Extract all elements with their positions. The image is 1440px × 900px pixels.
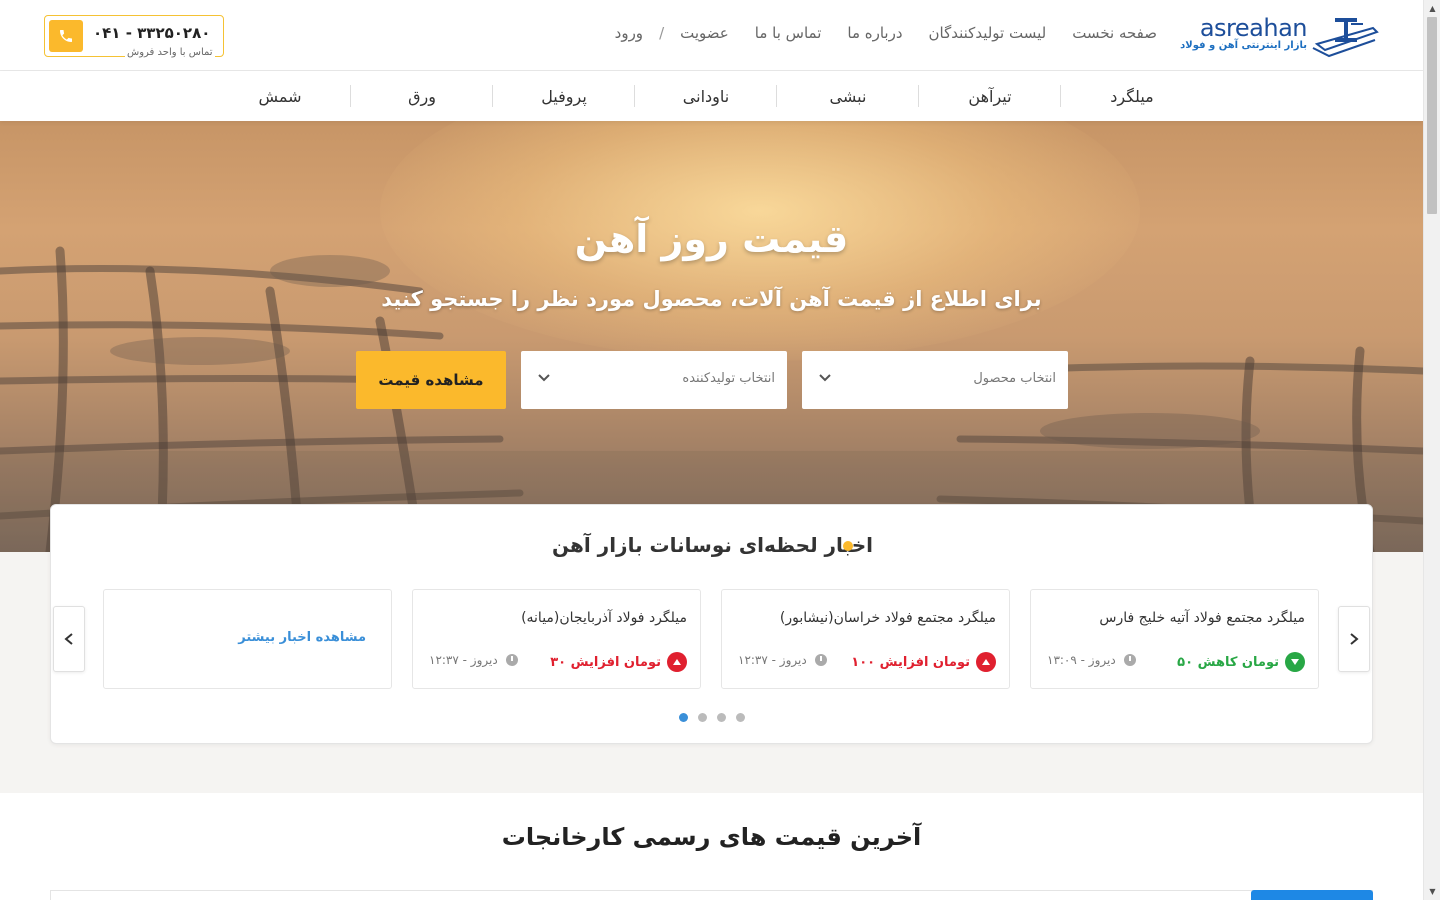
- phone-caption: تماس با واحد فروش: [125, 47, 215, 58]
- product-select[interactable]: انتخاب محصول: [802, 351, 1068, 409]
- hero-subtitle: برای اطلاع از قیمت آهن آلات، محصول مورد …: [381, 287, 1042, 311]
- news-prev-button[interactable]: [53, 606, 85, 672]
- nav-producers[interactable]: لیست تولیدکنندگان: [929, 24, 1047, 42]
- news-item-change: ۱۰۰ تومان افزایش: [851, 652, 996, 672]
- chevron-right-icon: [1350, 633, 1359, 645]
- news-item[interactable]: میلگرد مجتمع فولاد آتیه خلیج فارس ۵۰ توم…: [1030, 589, 1319, 689]
- news-title-dot: [843, 541, 853, 551]
- news-item-change-text: ۳۰ تومان افزایش: [550, 654, 661, 670]
- scroll-down-arrow-icon[interactable]: ▼: [1424, 883, 1440, 900]
- market-news-card: اخبار لحظه‌ای نوسانات بازار آهن میلگرد م…: [50, 504, 1373, 744]
- news-item-title: میلگرد مجتمع فولاد آتیه خلیج فارس: [1099, 610, 1305, 626]
- news-item-change-text: ۱۰۰ تومان افزایش: [851, 654, 970, 670]
- increase-icon: [976, 652, 996, 672]
- phone-number[interactable]: ۰۴۱ - ۳۳۲۵۰۲۸۰: [93, 24, 210, 42]
- decrease-icon: [1285, 652, 1305, 672]
- news-item-change: ۳۰ تومان افزایش: [550, 652, 687, 672]
- producer-select[interactable]: انتخاب تولیدکننده: [521, 351, 787, 409]
- logo-ship-icon: [1312, 18, 1379, 58]
- hero-title: قیمت روز آهن: [574, 217, 849, 261]
- news-item-title: میلگرد مجتمع فولاد خراسان(نیشابور): [779, 610, 996, 626]
- carousel-dot[interactable]: [679, 713, 688, 722]
- nav-separator: /: [659, 24, 665, 42]
- scrollbar-thumb[interactable]: [1427, 17, 1437, 214]
- category-sheet[interactable]: ورق: [357, 71, 487, 121]
- factory-prices-section: آخرین قیمت های رسمی کارخانجات: [0, 793, 1423, 900]
- news-item-time: ۱۲:۳۷ - دیروز: [429, 653, 518, 667]
- factory-prices-title: آخرین قیمت های رسمی کارخانجات: [501, 823, 922, 851]
- top-navigation: صفحه نخست لیست تولیدکنندگان درباره ما تم…: [615, 24, 1157, 42]
- category-rebar[interactable]: میلگرد: [1067, 71, 1197, 121]
- chevron-down-icon: [538, 374, 550, 382]
- category-billet[interactable]: شمش: [215, 71, 345, 121]
- page-scrollbar[interactable]: ▲ ▼: [1423, 0, 1440, 900]
- news-item-time: ۱۳:۰۹ - دیروز: [1047, 653, 1136, 667]
- category-divider: [634, 85, 635, 107]
- sales-phone-box[interactable]: ۰۴۱ - ۳۳۲۵۰۲۸۰ تماس با واحد فروش: [44, 15, 224, 58]
- chevron-left-icon: [64, 633, 73, 645]
- scroll-up-arrow-icon[interactable]: ▲: [1424, 0, 1440, 17]
- page: asreahan بازار اینترنتی آهن و فولاد صفحه…: [0, 0, 1423, 900]
- chevron-down-icon: [819, 374, 831, 382]
- category-ibeam[interactable]: تیرآهن: [925, 71, 1055, 121]
- product-select-placeholder: انتخاب محصول: [973, 371, 1056, 386]
- nav-home[interactable]: صفحه نخست: [1072, 24, 1157, 42]
- nav-login[interactable]: ورود: [615, 24, 643, 42]
- news-item-time-text: ۱۲:۳۷ - دیروز: [429, 653, 498, 667]
- news-item[interactable]: میلگرد مجتمع فولاد خراسان(نیشابور) ۱۰۰ ت…: [721, 589, 1010, 689]
- site-logo[interactable]: asreahan بازار اینترنتی آهن و فولاد: [1180, 12, 1379, 58]
- factory-prices-table: [50, 890, 1373, 900]
- category-profile[interactable]: پروفیل: [499, 71, 629, 121]
- clock-icon: [814, 654, 827, 666]
- factory-prices-tab[interactable]: [1251, 890, 1373, 900]
- news-next-button[interactable]: [1338, 606, 1370, 672]
- increase-icon: [667, 652, 687, 672]
- category-divider: [350, 85, 351, 107]
- hero-banner: قیمت روز آهن برای اطلاع از قیمت آهن آلات…: [0, 121, 1423, 552]
- hero-rebar-image: [0, 246, 1423, 552]
- news-title: اخبار لحظه‌ای نوسانات بازار آهن: [552, 533, 873, 557]
- clock-icon: [505, 654, 518, 666]
- category-channel[interactable]: ناودانی: [641, 71, 771, 121]
- logo-brand: asreahan: [1199, 14, 1308, 42]
- category-navigation: میلگرد تیرآهن نبشی ناودانی پروفیل ورق شم…: [0, 71, 1423, 121]
- clock-icon: [1123, 654, 1136, 666]
- category-divider: [1060, 85, 1061, 107]
- view-price-button[interactable]: مشاهده قیمت: [356, 351, 506, 409]
- category-divider: [492, 85, 493, 107]
- category-divider: [776, 85, 777, 107]
- logo-subtitle: بازار اینترنتی آهن و فولاد: [1180, 40, 1307, 51]
- nav-register[interactable]: عضویت: [680, 24, 729, 42]
- news-more-item: مشاهده اخبار بیشتر: [103, 589, 392, 689]
- news-item-time: ۱۲:۳۷ - دیروز: [738, 653, 827, 667]
- phone-icon[interactable]: [49, 20, 83, 52]
- nav-about[interactable]: درباره ما: [847, 24, 902, 42]
- more-news-link[interactable]: مشاهده اخبار بیشتر: [238, 630, 366, 645]
- carousel-dot[interactable]: [717, 713, 726, 722]
- producer-select-placeholder: انتخاب تولیدکننده: [682, 371, 775, 386]
- carousel-dot[interactable]: [736, 713, 745, 722]
- category-divider: [918, 85, 919, 107]
- news-item-time-text: ۱۳:۰۹ - دیروز: [1047, 653, 1116, 667]
- news-item-time-text: ۱۲:۳۷ - دیروز: [738, 653, 807, 667]
- carousel-dots: [679, 713, 745, 722]
- nav-contact[interactable]: تماس با ما: [755, 24, 822, 42]
- news-item-change-text: ۵۰ تومان کاهش: [1177, 654, 1279, 670]
- news-item-title: میلگرد فولاد آذربایجان(میانه): [521, 610, 687, 626]
- top-header: asreahan بازار اینترنتی آهن و فولاد صفحه…: [0, 0, 1423, 71]
- news-item[interactable]: میلگرد فولاد آذربایجان(میانه) ۳۰ تومان ا…: [412, 589, 701, 689]
- carousel-dot[interactable]: [698, 713, 707, 722]
- category-angle[interactable]: نبشی: [783, 71, 913, 121]
- news-item-change: ۵۰ تومان کاهش: [1177, 652, 1305, 672]
